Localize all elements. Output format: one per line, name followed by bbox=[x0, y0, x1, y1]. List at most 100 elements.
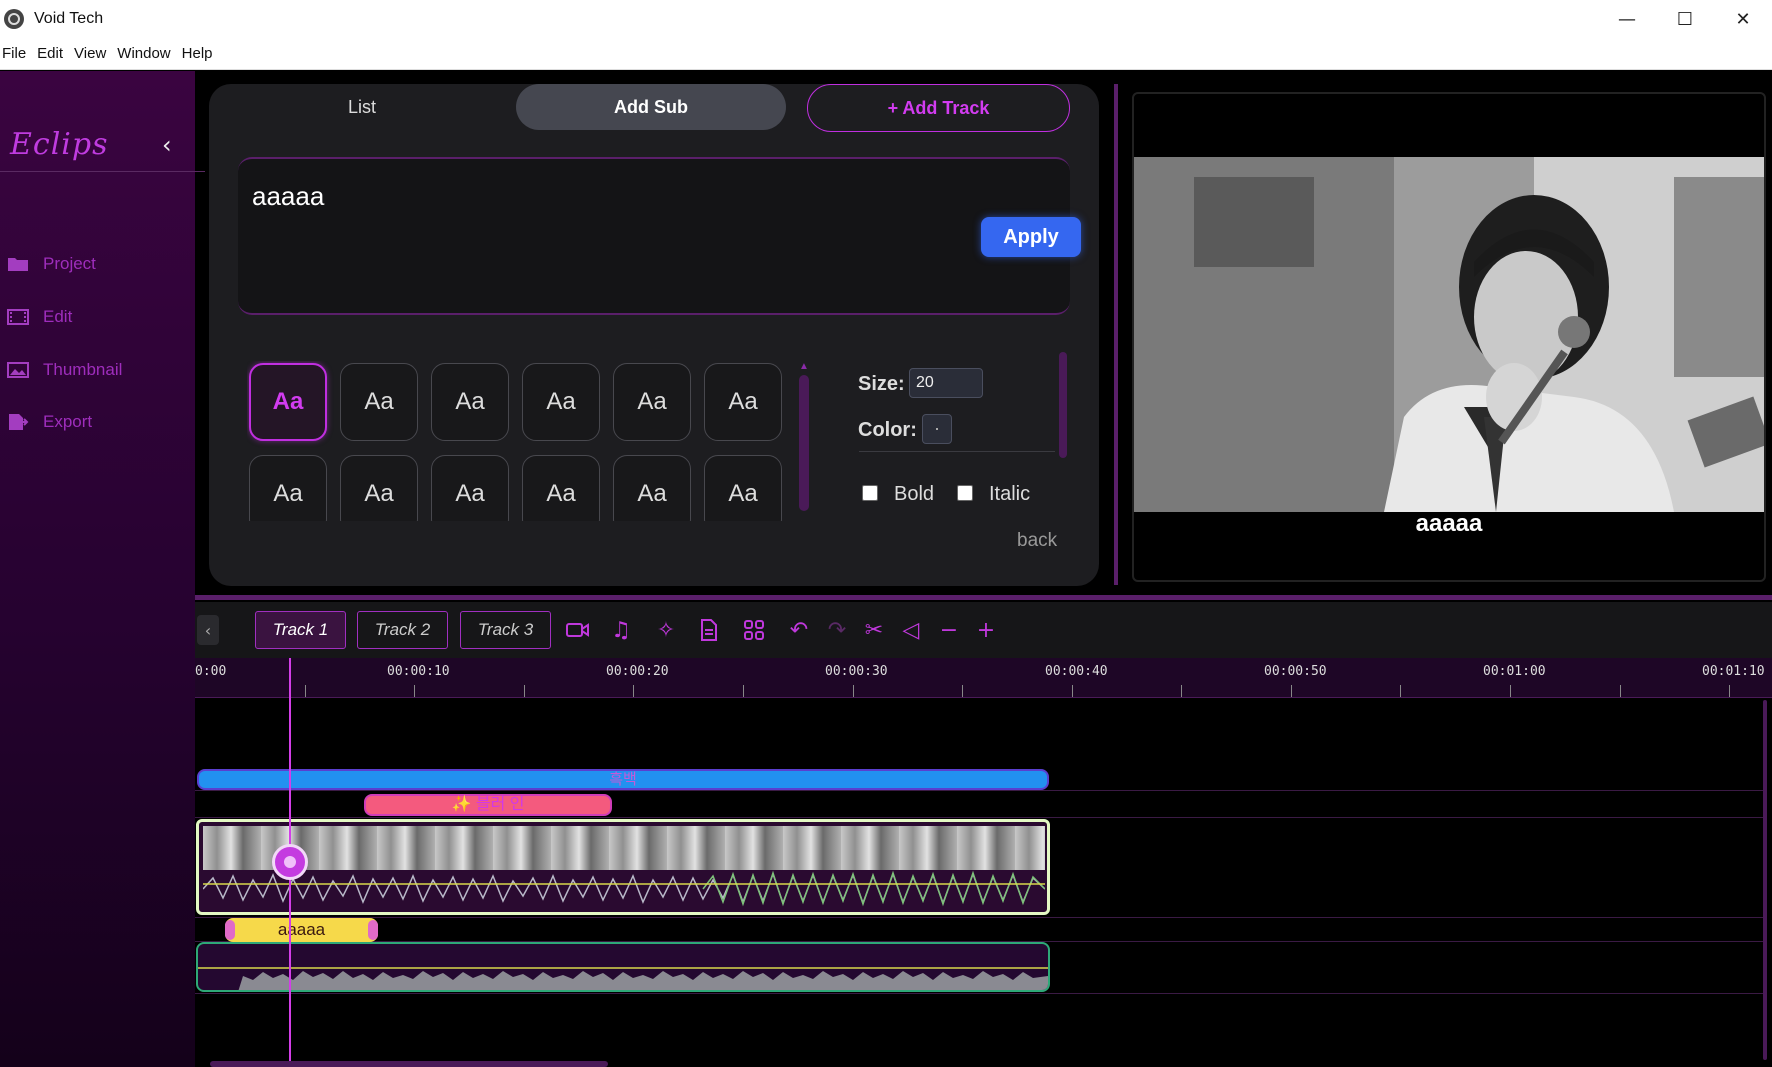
track-2-button[interactable]: Track 2 bbox=[357, 611, 448, 649]
sidebar-item-label: Edit bbox=[43, 307, 73, 326]
ruler-tick bbox=[853, 685, 854, 697]
italic-label: Italic bbox=[989, 483, 1031, 505]
preview-subtitle: aaaaa bbox=[1415, 510, 1483, 537]
apply-button[interactable]: Apply bbox=[981, 217, 1081, 257]
tab-list[interactable]: List bbox=[209, 84, 515, 130]
ruler-tick bbox=[1620, 685, 1621, 697]
video-icon[interactable] bbox=[564, 616, 592, 644]
subtitle-clip[interactable]: aaaaa bbox=[225, 918, 378, 942]
scroll-up-icon[interactable]: ▲ bbox=[799, 361, 809, 372]
ruler-tick bbox=[524, 685, 525, 697]
ruler-tick bbox=[962, 685, 963, 697]
tab-add-sub[interactable]: Add Sub bbox=[516, 84, 786, 130]
font-option[interactable]: Aa bbox=[704, 363, 782, 441]
maximize-button[interactable]: ☐ bbox=[1656, 0, 1714, 38]
subtitle-text: aaaaa bbox=[252, 181, 325, 211]
audio-waveform bbox=[198, 967, 1048, 990]
music-icon[interactable]: ♫ bbox=[607, 616, 635, 644]
folder-icon bbox=[6, 255, 30, 273]
add-track-button[interactable]: + Add Track bbox=[807, 84, 1070, 132]
video-clip[interactable] bbox=[196, 819, 1050, 915]
subtitle-editor-panel: List Add Sub + Add Track aaaaa Apply Aa … bbox=[209, 84, 1099, 586]
track-1-button[interactable]: Track 1 bbox=[255, 611, 346, 649]
font-option[interactable]: Aa bbox=[249, 455, 327, 521]
font-option[interactable]: Aa bbox=[704, 455, 782, 521]
menu-file[interactable]: File bbox=[2, 45, 35, 62]
timeline-horizontal-scrollbar[interactable] bbox=[210, 1061, 608, 1067]
timeline-vertical-scrollbar[interactable] bbox=[1763, 700, 1767, 1060]
color-label: Color: bbox=[858, 419, 917, 441]
font-option[interactable]: Aa bbox=[340, 455, 418, 521]
window-title: Void Tech bbox=[34, 10, 104, 27]
italic-checkbox[interactable] bbox=[957, 485, 973, 501]
export-icon bbox=[6, 413, 30, 431]
font-option[interactable]: Aa bbox=[522, 455, 600, 521]
ruler-label: 00:01:00 bbox=[1483, 664, 1546, 679]
ruler-label: 0:00 bbox=[195, 664, 227, 679]
sidebar-item-label: Thumbnail bbox=[43, 360, 123, 379]
font-option[interactable]: Aa bbox=[431, 363, 509, 441]
sparkle-icon[interactable]: ✧ bbox=[652, 616, 680, 644]
trim-icon[interactable]: ◁ bbox=[897, 616, 925, 644]
close-button[interactable]: ✕ bbox=[1714, 0, 1772, 38]
undo-icon[interactable]: ↶ bbox=[785, 616, 813, 644]
font-option[interactable]: Aa bbox=[431, 455, 509, 521]
zoom-in-icon[interactable]: + bbox=[972, 616, 1000, 644]
audio-clip[interactable] bbox=[196, 942, 1050, 992]
font-option[interactable]: Aa bbox=[340, 363, 418, 441]
panel-resize-handle[interactable] bbox=[1114, 84, 1118, 585]
document-icon[interactable] bbox=[695, 616, 723, 644]
ruler-tick bbox=[1181, 685, 1182, 697]
grid-icon[interactable] bbox=[740, 616, 768, 644]
color-picker[interactable] bbox=[922, 414, 952, 444]
menu-edit[interactable]: Edit bbox=[37, 45, 72, 62]
bold-checkbox[interactable] bbox=[862, 485, 878, 501]
size-input[interactable]: 20 bbox=[909, 368, 983, 398]
ruler-tick bbox=[1400, 685, 1401, 697]
scroll-thumb[interactable] bbox=[799, 375, 809, 511]
ruler-label: 00:00:10 bbox=[387, 664, 450, 679]
bold-label: Bold bbox=[894, 483, 935, 505]
collapse-timeline-button[interactable]: ‹ bbox=[197, 615, 219, 645]
menu-view[interactable]: View bbox=[74, 45, 115, 62]
timeline-lane bbox=[195, 918, 1763, 942]
size-label: Size: bbox=[858, 373, 905, 395]
film-icon bbox=[6, 308, 30, 326]
sidebar-item-export[interactable]: Export bbox=[6, 412, 92, 432]
font-option[interactable]: Aa bbox=[522, 363, 600, 441]
video-thumbnails bbox=[203, 826, 1045, 870]
collapse-sidebar-button[interactable]: ‹ bbox=[162, 131, 172, 159]
subtitle-input[interactable]: aaaaa Apply bbox=[238, 157, 1081, 315]
minimize-button[interactable]: — bbox=[1598, 0, 1656, 38]
timeline-ruler[interactable]: 0:00 00:00:10 00:00:20 00:00:30 00:00:40… bbox=[195, 658, 1772, 698]
zoom-out-icon[interactable]: − bbox=[935, 616, 963, 644]
app-logo: Eclips bbox=[10, 127, 109, 162]
ruler-tick bbox=[633, 685, 634, 697]
font-style-grid: Aa Aa Aa Aa Aa Aa Aa Aa Aa Aa Aa Aa bbox=[247, 361, 797, 521]
ruler-tick bbox=[305, 685, 306, 697]
track-3-button[interactable]: Track 3 bbox=[460, 611, 551, 649]
sidebar-item-edit[interactable]: Edit bbox=[6, 307, 72, 327]
font-option[interactable]: Aa bbox=[249, 363, 327, 441]
ruler-label: 00:00:20 bbox=[606, 664, 669, 679]
ruler-tick bbox=[1729, 685, 1730, 697]
playhead-handle[interactable] bbox=[272, 844, 308, 880]
menu-window[interactable]: Window bbox=[117, 45, 179, 62]
back-link[interactable]: back bbox=[1017, 530, 1057, 552]
timeline-resize-handle[interactable] bbox=[195, 595, 1772, 600]
scissors-icon[interactable]: ✂ bbox=[860, 616, 888, 644]
font-option[interactable]: Aa bbox=[613, 455, 691, 521]
effect-clip-bw[interactable]: 흑백 bbox=[197, 769, 1049, 790]
sidebar-item-thumbnail[interactable]: Thumbnail bbox=[6, 360, 122, 380]
font-grid-scrollbar[interactable]: ▲ bbox=[799, 361, 809, 511]
sidebar-item-project[interactable]: Project bbox=[6, 254, 96, 274]
sidebar: Eclips ‹ Project Edit Thumbnail Export bbox=[0, 71, 205, 1067]
menu-help[interactable]: Help bbox=[182, 45, 222, 62]
font-option[interactable]: Aa bbox=[613, 363, 691, 441]
effect-clip-blur[interactable]: ✨ 블러 인 bbox=[364, 794, 612, 816]
redo-icon[interactable]: ↷ bbox=[823, 616, 851, 644]
ruler-label: 00:00:30 bbox=[825, 664, 888, 679]
timeline-toolbar: ‹ Track 1 Track 2 Track 3 ♫ ✧ ↶ ↷ ✂ ◁ − … bbox=[195, 602, 1772, 658]
menu-bar: File Edit View Window Help bbox=[0, 38, 1772, 70]
properties-scrollbar[interactable] bbox=[1059, 352, 1067, 458]
